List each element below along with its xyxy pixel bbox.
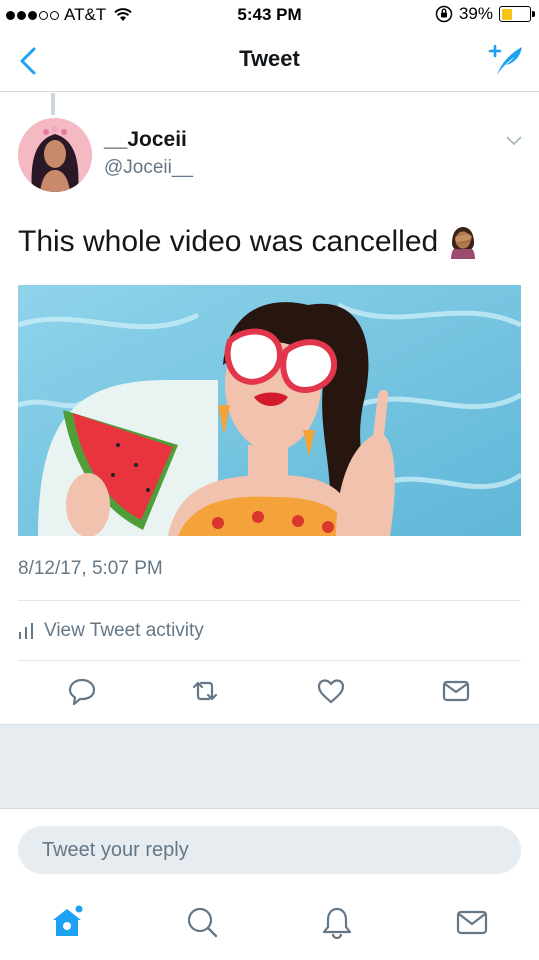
- reply-placeholder: Tweet your reply: [42, 839, 189, 861]
- chevron-down-icon[interactable]: [505, 135, 523, 147]
- empty-replies-area: [0, 724, 539, 809]
- reply-icon[interactable]: [67, 676, 97, 706]
- tweet-reply-input[interactable]: Tweet your reply: [18, 826, 521, 874]
- tweet-text-body: This whole video was cancelled: [18, 225, 439, 258]
- tweet-text: This whole video was cancelled: [18, 225, 480, 259]
- thread-connector-line: [51, 93, 55, 115]
- envelope-icon[interactable]: [441, 676, 471, 706]
- compose-tweet-icon[interactable]: [487, 42, 525, 78]
- status-bar: AT&T 5:43 PM 39%: [0, 0, 539, 30]
- view-tweet-activity-label: View Tweet activity: [44, 620, 204, 641]
- user-handle[interactable]: @Joceii__: [104, 157, 193, 179]
- tab-bar: [0, 895, 539, 960]
- tweet-action-bar: [0, 676, 539, 712]
- tweet-timestamp: 8/12/17, 5:07 PM: [18, 558, 163, 579]
- home-icon[interactable]: [50, 905, 84, 939]
- view-tweet-activity-link[interactable]: View Tweet activity: [18, 620, 204, 642]
- avatar-image: [18, 118, 92, 192]
- battery-percent: 39%: [458, 4, 493, 23]
- retweet-icon[interactable]: [190, 676, 220, 706]
- bell-icon[interactable]: [320, 905, 354, 939]
- display-name[interactable]: __Joceii: [104, 128, 187, 152]
- divider: [18, 600, 521, 601]
- avatar[interactable]: [18, 118, 92, 192]
- battery-fill: [501, 8, 513, 20]
- divider: [18, 660, 521, 661]
- media-illustration: [18, 285, 521, 536]
- status-right: 39%: [435, 4, 535, 24]
- bar-chart-icon: [19, 623, 33, 639]
- orientation-lock-icon: [435, 5, 453, 23]
- heart-icon[interactable]: [316, 676, 346, 706]
- search-icon[interactable]: [185, 905, 219, 939]
- facepalm-emoji-icon: [451, 227, 476, 259]
- tweet-media-image[interactable]: [18, 285, 521, 536]
- messages-envelope-icon[interactable]: [455, 905, 489, 939]
- battery-icon: [499, 6, 535, 22]
- page-title: Tweet: [239, 46, 300, 71]
- nav-bar: Tweet: [0, 30, 539, 92]
